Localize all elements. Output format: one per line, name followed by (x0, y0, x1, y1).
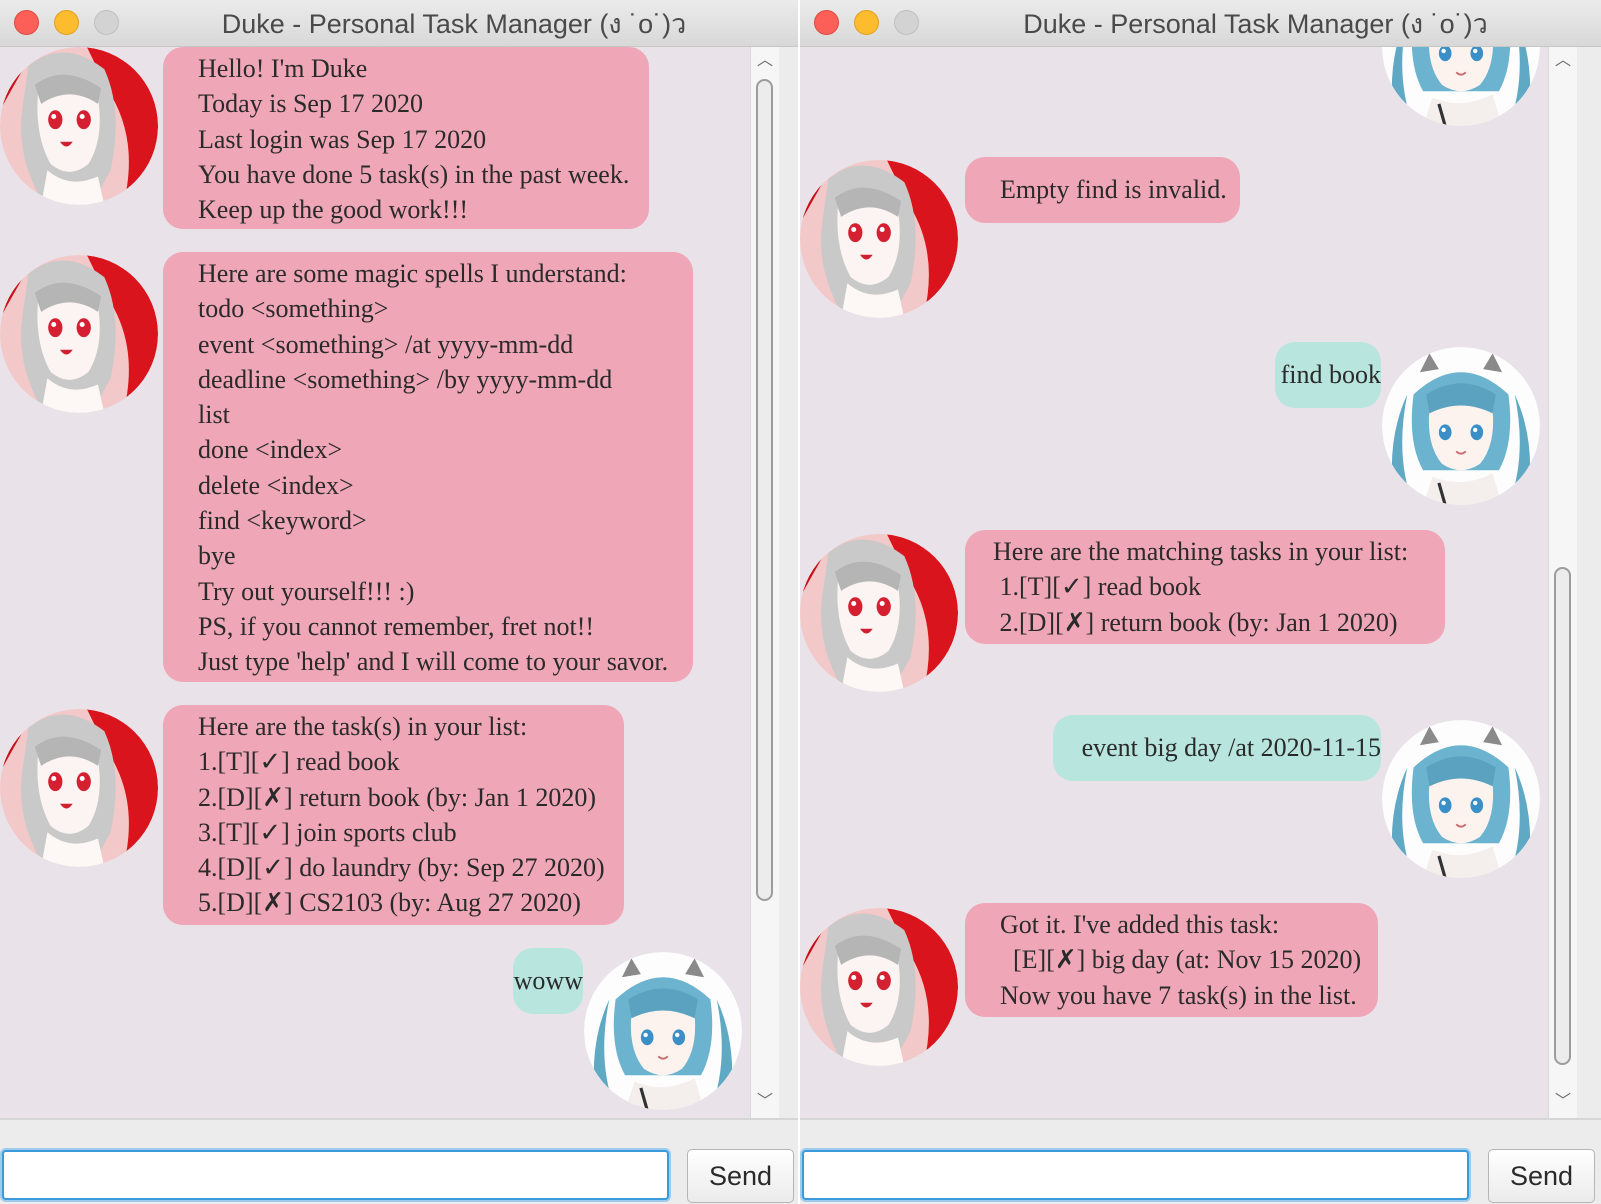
duke-avatar (0, 47, 158, 205)
duke-message: Here are some magic spells I understand:… (163, 252, 693, 682)
duke-avatar (800, 908, 958, 1066)
window-title: Duke - Personal Task Manager (ง ˙o˙)ว (221, 9, 687, 39)
window-title: Duke - Personal Task Manager (ง ˙o˙)ว (1023, 9, 1488, 39)
duke-message: Here are the task(s) in your list: 1.[T]… (163, 705, 624, 925)
duke-window-left: Duke - Personal Task Manager (ง ˙o˙)ว He… (0, 0, 798, 1204)
scroll-down-arrow-icon[interactable]: ﹀ (751, 1090, 779, 1114)
scroll-down-arrow-icon[interactable]: ﹀ (1549, 1090, 1577, 1114)
duke-message: Here are the matching tasks in your list… (965, 530, 1445, 644)
duke-avatar (0, 255, 158, 413)
duke-avatar (0, 709, 158, 867)
dialog-container: Hello! I'm Duke Today is Sep 17 2020 Las… (0, 47, 750, 1118)
user-avatar (1382, 47, 1540, 126)
duke-avatar (800, 160, 958, 318)
user-avatar (584, 952, 742, 1110)
scroll-up-arrow-icon[interactable]: ︿ (1549, 49, 1577, 73)
minimize-button[interactable] (854, 10, 879, 35)
user-input-field[interactable] (802, 1150, 1469, 1200)
scrollbar-thumb[interactable] (1554, 567, 1571, 1065)
title-bar[interactable]: Duke - Personal Task Manager (ง ˙o˙)ว (800, 0, 1601, 47)
send-button[interactable]: Send (687, 1149, 794, 1203)
scroll-up-arrow-icon[interactable]: ︿ (751, 49, 779, 73)
duke-message: Empty find is invalid. (965, 157, 1240, 223)
vertical-scrollbar[interactable]: ︿ ﹀ (1548, 47, 1577, 1118)
vertical-scrollbar[interactable]: ︿ ﹀ (750, 47, 779, 1118)
duke-message: Hello! I'm Duke Today is Sep 17 2020 Las… (163, 47, 649, 229)
duke-avatar (800, 534, 958, 692)
input-bar: Send (0, 1120, 798, 1204)
title-bar[interactable]: Duke - Personal Task Manager (ง ˙o˙)ว (0, 0, 798, 47)
minimize-button[interactable] (54, 10, 79, 35)
user-message: woww (513, 948, 583, 1014)
user-avatar (1382, 347, 1540, 505)
user-message: find book (1275, 342, 1381, 408)
user-input-field[interactable] (2, 1150, 669, 1200)
user-message: event big day /at 2020-11-15 (1053, 715, 1381, 781)
dialog-container: Empty find is invalid. find book Here ar… (800, 47, 1548, 1118)
input-bar: Send (800, 1120, 1601, 1204)
user-avatar (1382, 720, 1540, 878)
duke-window-right: Duke - Personal Task Manager (ง ˙o˙)ว Em… (800, 0, 1601, 1204)
scrollbar-thumb[interactable] (756, 79, 773, 901)
send-button[interactable]: Send (1488, 1149, 1595, 1203)
duke-message: Got it. I've added this task: [E][✗] big… (965, 903, 1378, 1017)
close-button[interactable] (814, 10, 839, 35)
close-button[interactable] (14, 10, 39, 35)
